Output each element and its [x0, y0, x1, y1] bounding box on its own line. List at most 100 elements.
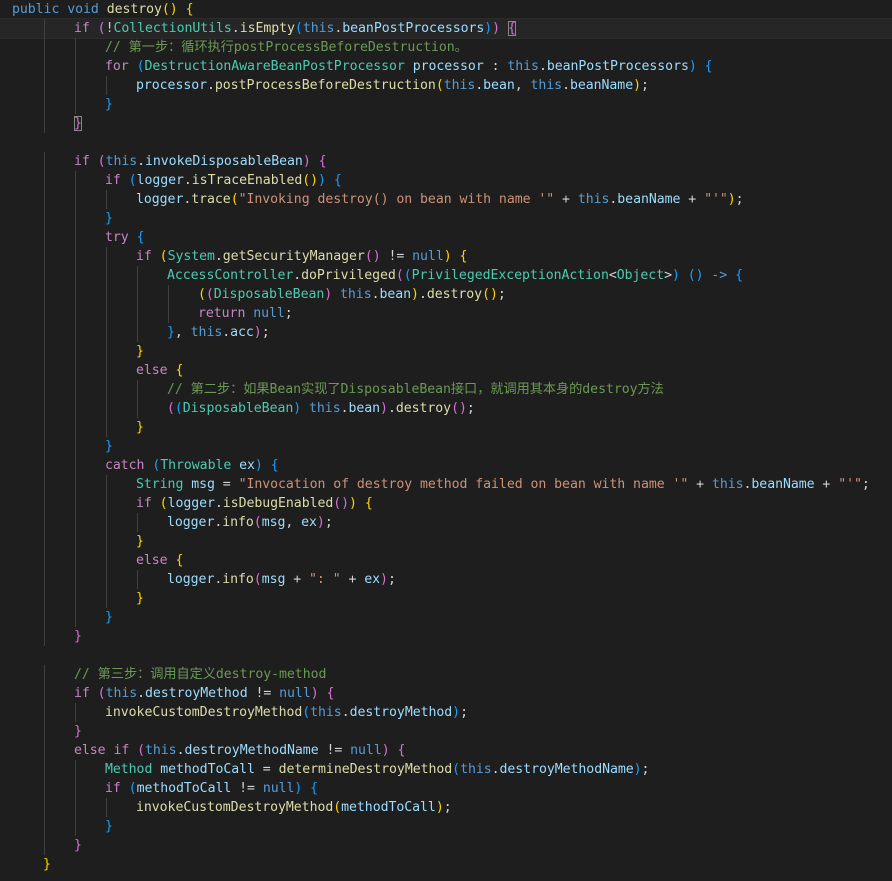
code-line[interactable]: } [0, 608, 892, 627]
code-token: . [538, 59, 547, 74]
code-line[interactable]: AccessController.doPrivileged((Privilege… [0, 266, 892, 285]
code-line[interactable]: for (DestructionAwareBeanPostProcessor p… [0, 57, 892, 76]
code-token: System [167, 249, 215, 264]
code-token: } [74, 724, 82, 739]
code-line[interactable]: } [0, 532, 892, 551]
code-line[interactable]: String msg = "Invocation of destroy meth… [0, 475, 892, 494]
indent-guide [75, 551, 76, 570]
code-line[interactable]: ((DisposableBean) this.bean).destroy(); [0, 285, 892, 304]
code-token: logger [167, 496, 215, 511]
code-line[interactable]: ((DisposableBean) this.bean).destroy(); [0, 399, 892, 418]
code-token: destroyMethod [145, 686, 248, 701]
indent-guide [75, 266, 76, 285]
code-line[interactable]: else { [0, 551, 892, 570]
code-token: // 第二步：如果Bean实现了DisposableBean接口，就调用其本身的… [167, 382, 664, 397]
indent-guide [168, 285, 169, 304]
code-token: Throwable [160, 458, 232, 473]
code-token: invokeCustomDestroyMethod [136, 800, 334, 815]
code-token: { [175, 553, 184, 568]
code-line[interactable]: logger.trace("Invoking destroy() on bean… [0, 190, 892, 209]
code-line-content: if (!CollectionUtils.isEmpty(this.beanPo… [12, 21, 516, 36]
indent-guide [44, 608, 45, 627]
code-line[interactable]: invokeCustomDestroyMethod(this.destroyMe… [0, 703, 892, 722]
code-line[interactable]: logger.info(msg, ex); [0, 513, 892, 532]
code-token: . [183, 173, 192, 188]
code-line[interactable]: invokeCustomDestroyMethod(methodToCall); [0, 798, 892, 817]
code-line[interactable] [0, 646, 892, 665]
indent-guide [106, 304, 107, 323]
code-token: // 第一步：循环执行postProcessBeforeDestruction。 [105, 40, 468, 55]
code-token: ) [380, 572, 388, 587]
code-line[interactable]: // 第二步：如果Bean实现了DisposableBean接口，就调用其本身的… [0, 380, 892, 399]
code-line[interactable]: } [0, 342, 892, 361]
code-token: . [231, 21, 240, 36]
code-token: ( [159, 249, 168, 264]
code-line[interactable]: processor.postProcessBeforeDestruction(t… [0, 76, 892, 95]
code-token: ) [633, 762, 642, 777]
code-line-content: } [12, 116, 82, 131]
code-token: ) [293, 401, 302, 416]
code-token: ( [205, 287, 214, 302]
indent-guide [44, 513, 45, 532]
code-token: else [136, 553, 168, 568]
code-line[interactable]: else if (this.destroyMethodName != null)… [0, 741, 892, 760]
indent-guide [75, 703, 76, 722]
code-line[interactable]: catch (Throwable ex) { [0, 456, 892, 475]
code-line[interactable]: } [0, 627, 892, 646]
code-token: { [333, 173, 342, 188]
code-line[interactable]: logger.info(msg + ": " + ex); [0, 570, 892, 589]
code-area[interactable]: public void destroy() { if (!CollectionUt… [0, 0, 892, 874]
code-line-content: else { [12, 363, 183, 378]
code-line[interactable] [0, 133, 892, 152]
code-line[interactable]: } [0, 418, 892, 437]
code-token: bean [348, 401, 381, 416]
code-token: () [161, 2, 178, 17]
code-token: beanPostProcessors [342, 21, 485, 36]
code-line[interactable]: }, this.acc); [0, 323, 892, 342]
code-line[interactable]: } [0, 209, 892, 228]
code-line[interactable]: else { [0, 361, 892, 380]
indent-guide [75, 589, 76, 608]
code-line[interactable]: } [0, 855, 892, 874]
code-line[interactable]: // 第三步：调用自定义destroy-method [0, 665, 892, 684]
code-token: info [222, 572, 254, 587]
code-line[interactable]: if (this.destroyMethod != null) { [0, 684, 892, 703]
code-line[interactable]: } [0, 437, 892, 456]
code-line[interactable]: } [0, 114, 892, 133]
code-token: this [190, 325, 223, 340]
code-line[interactable]: if (this.invokeDisposableBean) { [0, 152, 892, 171]
code-line[interactable]: } [0, 722, 892, 741]
indent-guide [44, 285, 45, 304]
code-token: ( [452, 762, 461, 777]
code-line-content: } [12, 439, 113, 454]
code-editor[interactable]: public void destroy() { if (!CollectionUt… [0, 0, 892, 881]
code-line[interactable]: if (System.getSecurityManager() != null)… [0, 247, 892, 266]
code-line[interactable]: if (logger.isDebugEnabled()) { [0, 494, 892, 513]
code-line[interactable]: } [0, 817, 892, 836]
code-line[interactable]: if (!CollectionUtils.isEmpty(this.beanPo… [0, 18, 892, 39]
code-token: "'" [838, 477, 862, 492]
code-line[interactable]: Method methodToCall = determineDestroyMe… [0, 760, 892, 779]
code-line[interactable]: try { [0, 228, 892, 247]
code-token: isEmpty [239, 21, 295, 36]
matched-bracket: } [74, 116, 82, 131]
code-token: ) [349, 496, 357, 511]
code-token: ( [128, 781, 137, 796]
indent-guide [106, 589, 107, 608]
code-line[interactable]: } [0, 589, 892, 608]
code-line[interactable]: public void destroy() { [0, 0, 892, 19]
code-token: acc [230, 325, 254, 340]
code-line[interactable]: if (methodToCall != null) { [0, 779, 892, 798]
code-line[interactable]: // 第一步：循环执行postProcessBeforeDestruction。 [0, 38, 892, 57]
indent-guide [44, 19, 45, 38]
code-line[interactable]: } [0, 836, 892, 855]
code-line[interactable]: if (logger.isTraceEnabled()) { [0, 171, 892, 190]
code-line[interactable]: } [0, 95, 892, 114]
code-line-content: Method methodToCall = determineDestroyMe… [12, 762, 649, 777]
code-token: CollectionUtils [113, 21, 232, 36]
code-token: this [443, 78, 476, 93]
code-line[interactable]: return null; [0, 304, 892, 323]
